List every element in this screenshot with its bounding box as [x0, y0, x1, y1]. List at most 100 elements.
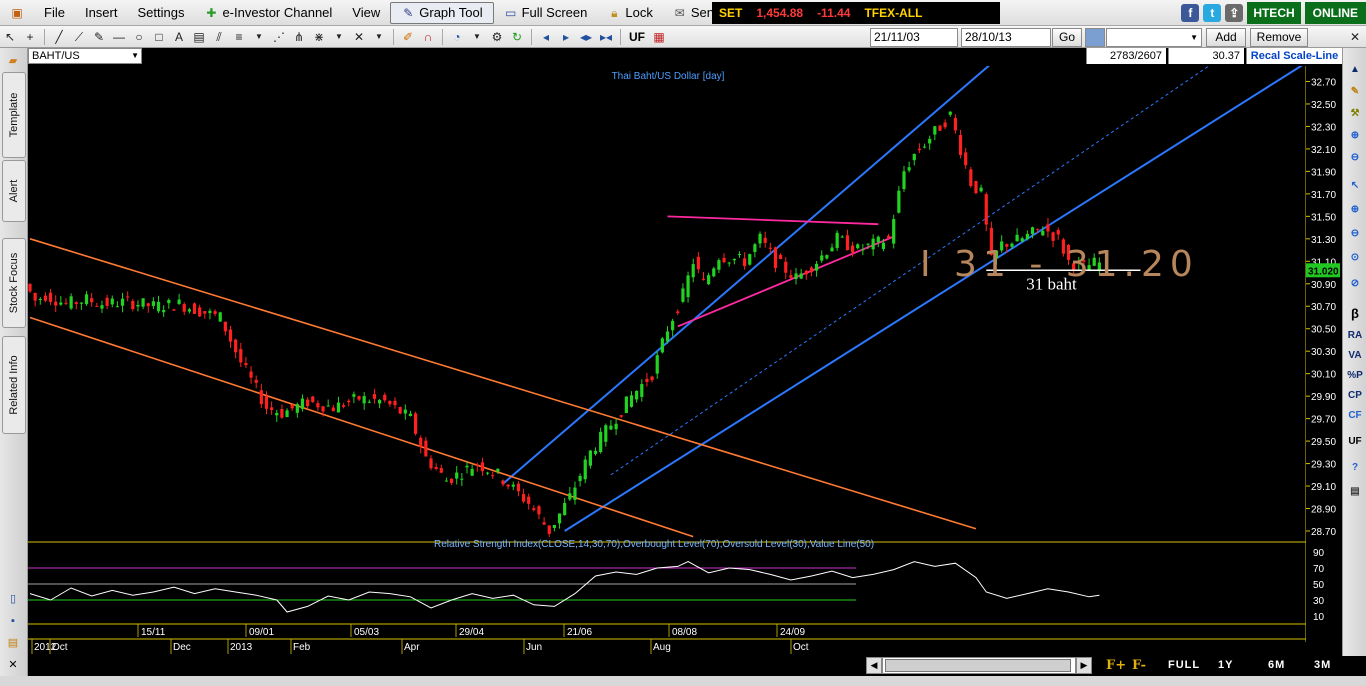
- candle-body: [707, 275, 711, 285]
- zoom-fit-icon[interactable]: ⊙: [1345, 250, 1365, 266]
- line-style-icon[interactable]: ≡: [230, 28, 248, 46]
- text-tool-icon[interactable]: A: [170, 28, 188, 46]
- remove-indicator-icon[interactable]: ⊖: [1345, 150, 1365, 166]
- tab-template[interactable]: Template: [2, 72, 26, 158]
- scroll-left-button-icon[interactable]: ◀: [866, 657, 882, 674]
- horizontal-scrollbar[interactable]: [882, 657, 1076, 674]
- menu-full-screen[interactable]: ▭ Full Screen: [494, 2, 598, 24]
- tab-stock-focus[interactable]: Stock Focus: [2, 238, 26, 328]
- channel-icon[interactable]: ⫽: [210, 28, 228, 46]
- candle-body: [624, 396, 628, 413]
- pointer-icon[interactable]: ↖: [1, 28, 19, 46]
- date-from-input[interactable]: 21/11/03: [870, 28, 958, 47]
- menu-graph-tool[interactable]: ✎ Graph Tool: [390, 1, 494, 24]
- percent-p-button[interactable]: %P: [1345, 368, 1365, 384]
- zoom-out-magnifier-icon[interactable]: ⊖: [1345, 226, 1365, 242]
- new-page-icon[interactable]: ▯: [5, 592, 21, 606]
- candle-body: [850, 245, 855, 253]
- gann-icon[interactable]: ⋇: [310, 28, 328, 46]
- symbol-select[interactable]: BAHT/US ▼: [28, 48, 142, 64]
- range-3m-button[interactable]: 3M: [1314, 659, 1331, 671]
- remove-button[interactable]: Remove: [1250, 28, 1308, 47]
- recal-scale-line-button[interactable]: Recal Scale-Line: [1246, 48, 1342, 64]
- pencil-icon[interactable]: ✎: [90, 28, 108, 46]
- magnet-icon[interactable]: ∩: [419, 28, 437, 46]
- menu-view[interactable]: View: [342, 2, 390, 24]
- horizontal-line-icon[interactable]: —: [110, 28, 128, 46]
- uf-button[interactable]: UF: [625, 30, 649, 44]
- save-icon[interactable]: ▪: [5, 614, 21, 628]
- zoom-reset-icon[interactable]: ⊘: [1345, 276, 1365, 292]
- settings-wheel-icon[interactable]: ⚙: [488, 28, 506, 46]
- candle-body: [470, 468, 474, 476]
- menu-lock[interactable]: 🔒︎ Lock: [597, 2, 662, 24]
- line-style-dropdown-icon[interactable]: ▼: [250, 28, 268, 46]
- delete-icon[interactable]: ✕: [350, 28, 368, 46]
- calendar-icon[interactable]: ▦: [650, 28, 668, 46]
- color-swatch[interactable]: [1085, 28, 1105, 47]
- zoom-in-icon[interactable]: ◂▸: [577, 28, 595, 46]
- chart-svg[interactable]: 32.70 32.50 32.30 32.10 31.90 31.70 31.50 31.30…: [28, 66, 1342, 658]
- timer-icon[interactable]: ◔: [448, 28, 466, 46]
- zoom-in-magnifier-icon[interactable]: ⊕: [1345, 202, 1365, 218]
- trendline-icon[interactable]: ╱: [50, 28, 68, 46]
- share-icon[interactable]: ⇪: [1225, 4, 1244, 22]
- circle-icon[interactable]: ○: [130, 28, 148, 46]
- note-icon[interactable]: ▤: [190, 28, 208, 46]
- gann-dropdown-icon[interactable]: ▼: [330, 28, 348, 46]
- menu-file[interactable]: File: [34, 2, 75, 24]
- highlight-pen-icon[interactable]: ✐: [399, 28, 417, 46]
- close-icon[interactable]: ✕: [1346, 28, 1364, 46]
- candle-body: [480, 462, 485, 472]
- ra-button[interactable]: RA: [1345, 328, 1365, 344]
- zoom-out-icon[interactable]: ▸◂: [597, 28, 615, 46]
- add-button[interactable]: Add: [1206, 28, 1246, 47]
- fibonacci-icon[interactable]: ⋰: [270, 28, 288, 46]
- menu-settings[interactable]: Settings: [127, 2, 194, 24]
- ray-icon[interactable]: ⟋: [70, 28, 88, 46]
- edit-icon[interactable]: ✎: [1345, 84, 1365, 100]
- script-icon[interactable]: ▤: [1345, 484, 1365, 500]
- scroll-left-icon[interactable]: ◂: [537, 28, 555, 46]
- help-icon[interactable]: ?: [1345, 460, 1365, 476]
- crosshair-icon[interactable]: +: [21, 28, 39, 46]
- pitchfork-icon[interactable]: ⋔: [290, 28, 308, 46]
- facebook-icon[interactable]: f: [1181, 4, 1200, 22]
- cf-button[interactable]: CF: [1345, 408, 1365, 424]
- scrollbar-thumb[interactable]: [885, 659, 1071, 672]
- delete-dropdown-icon[interactable]: ▼: [370, 28, 388, 46]
- price-chart[interactable]: 32.70 32.50 32.30 32.10 31.90 31.70 31.50 31.30…: [28, 66, 1342, 658]
- f-minus-button[interactable]: F-: [1132, 658, 1146, 673]
- range-full-button[interactable]: FULL: [1168, 659, 1200, 671]
- range-1y-button[interactable]: 1Y: [1218, 659, 1233, 671]
- twitter-icon[interactable]: t: [1203, 4, 1222, 22]
- uf-side-button[interactable]: UF: [1345, 434, 1365, 450]
- online-status: ONLINE: [1304, 2, 1366, 24]
- scroll-right-button-icon[interactable]: ▶: [1076, 657, 1092, 674]
- va-button[interactable]: VA: [1345, 348, 1365, 364]
- f-plus-button[interactable]: F+: [1106, 658, 1126, 673]
- scroll-right-icon[interactable]: ▸: [557, 28, 575, 46]
- app-menu-icon[interactable]: ▣: [0, 2, 34, 24]
- cursor-icon[interactable]: ↖: [1345, 178, 1365, 194]
- go-button[interactable]: Go: [1052, 28, 1082, 47]
- beta-button[interactable]: β: [1345, 306, 1365, 322]
- scroll-up-icon[interactable]: ▲: [1345, 62, 1365, 78]
- range-6m-button[interactable]: 6M: [1268, 659, 1285, 671]
- date-to-input[interactable]: 28/10/13: [961, 28, 1051, 47]
- tab-related-info[interactable]: Related Info: [2, 336, 26, 434]
- cp-button[interactable]: CP: [1345, 388, 1365, 404]
- timer-dropdown-icon[interactable]: ▼: [468, 28, 486, 46]
- indicator-select[interactable]: ▼: [1106, 28, 1202, 47]
- template-folder-icon[interactable]: ▰: [5, 54, 21, 68]
- candle-body: [583, 459, 587, 480]
- add-indicator-icon[interactable]: ⊕: [1345, 128, 1365, 144]
- menu-insert[interactable]: Insert: [75, 2, 128, 24]
- close-chart-icon[interactable]: ✕: [5, 658, 21, 672]
- tab-alert[interactable]: Alert: [2, 160, 26, 222]
- refresh-icon[interactable]: ↻: [508, 28, 526, 46]
- menu-einvestor[interactable]: ✚ e-Investor Channel: [194, 2, 342, 24]
- print-icon[interactable]: ▤: [5, 636, 21, 650]
- tools-icon[interactable]: ⚒: [1345, 106, 1365, 122]
- rectangle-icon[interactable]: □: [150, 28, 168, 46]
